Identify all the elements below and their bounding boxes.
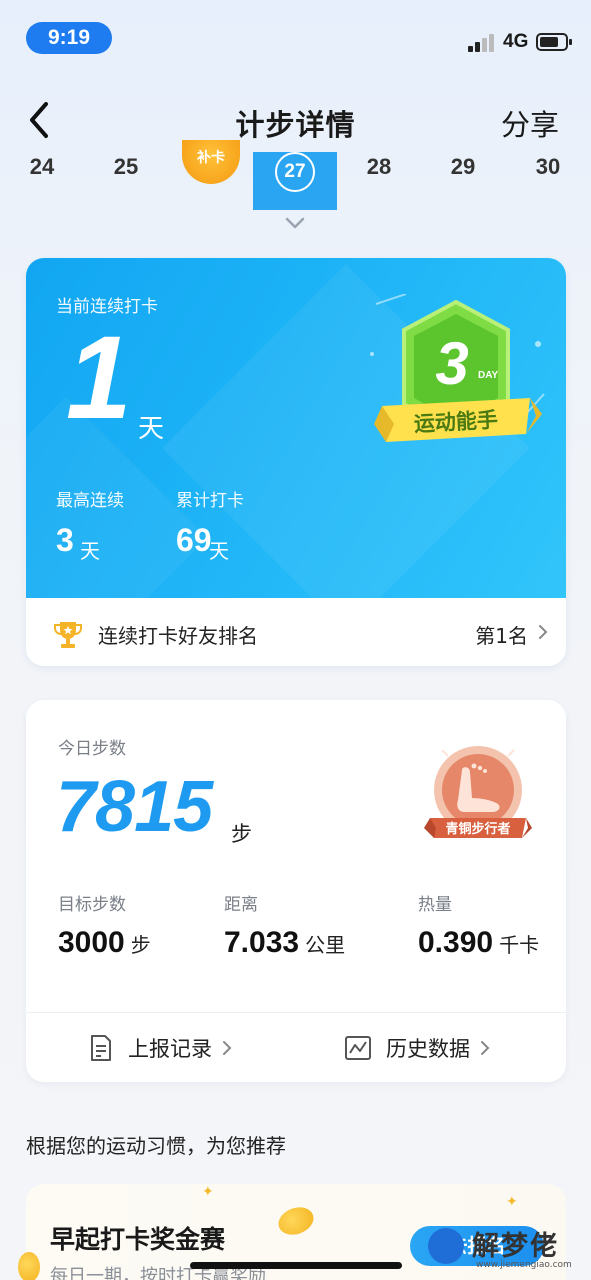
date-item[interactable]: 29 — [433, 154, 493, 180]
chevron-right-icon — [223, 1041, 232, 1055]
metric-label: 距离 — [224, 895, 258, 915]
friend-rank-label: 连续打卡好友排名 — [98, 624, 258, 648]
home-indicator[interactable] — [190, 1262, 402, 1269]
chevron-down-icon[interactable] — [284, 216, 306, 230]
metric-label: 目标步数 — [58, 895, 126, 915]
svg-text:青铜步行者: 青铜步行者 — [445, 821, 510, 837]
sparkle-icon: ✦ — [506, 1194, 518, 1210]
streak-panel: 当前连续打卡 1 天 最高连续 3 天 累计打卡 69 天 3 DAY 运动能手 — [26, 258, 566, 666]
metric-value-row: 7.033 公里 — [224, 926, 345, 960]
date-item-selected[interactable]: 27 — [253, 152, 337, 210]
watermark: 解梦佬 www.jiemengiao.com — [428, 1224, 578, 1272]
chevron-right-icon — [481, 1041, 490, 1055]
streak-days: 1 — [66, 312, 132, 444]
distance-metric: 距离 7.033 公里 — [224, 890, 345, 959]
calories-metric: 热量 0.390 千卡 — [418, 890, 539, 959]
metric-unit: 千卡 — [499, 933, 540, 957]
chevron-right-icon — [539, 625, 548, 639]
metric-value-row: 3000 步 — [58, 926, 151, 960]
metric-value: 3000 — [58, 926, 125, 959]
divider — [26, 1012, 566, 1013]
metric-label: 热量 — [418, 895, 452, 915]
history-data-link[interactable]: 历史数据 — [344, 1030, 490, 1066]
streak-card: 当前连续打卡 1 天 最高连续 3 天 累计打卡 69 天 3 DAY 运动能手 — [26, 258, 566, 666]
today-steps-unit: 步 — [231, 822, 252, 846]
watermark-url: www.jiemengiao.com — [476, 1260, 572, 1270]
share-button[interactable]: 分享 — [501, 102, 559, 144]
history-data-label: 历史数据 — [386, 1037, 470, 1061]
date-item[interactable]: 30 — [518, 154, 578, 180]
coin-icon — [274, 1202, 318, 1240]
watermark-text: 解梦佬 — [472, 1231, 559, 1262]
bronze-walker-badge-icon[interactable]: 青铜步行者 — [418, 740, 538, 850]
date-strip: 24 25 补卡 27 28 29 30 — [0, 140, 591, 229]
steps-card: 今日步数 7815 步 青铜步行者 目标步数 3000 步 距离 7.033 公里 … — [26, 700, 566, 1082]
svg-text:DAY: DAY — [478, 370, 499, 381]
metric-value: 7.033 — [224, 926, 300, 959]
makeup-checkin-badge[interactable]: 补卡 — [182, 140, 240, 184]
report-record-link[interactable]: 上报记录 — [88, 1030, 232, 1066]
today-steps-value: 7815 — [56, 767, 213, 847]
streak-unit: 天 — [138, 414, 165, 444]
goal-steps-metric: 目标步数 3000 步 — [58, 890, 151, 959]
nav-bar: 计步详情 分享 — [0, 88, 591, 154]
watermark-logo-icon — [428, 1228, 464, 1264]
date-item[interactable]: 25 — [96, 154, 156, 180]
battery-icon — [536, 33, 572, 51]
document-icon — [91, 1035, 111, 1061]
selected-date-label: 27 — [275, 152, 315, 192]
metric-unit: 步 — [130, 933, 151, 957]
total-checkin-unit: 天 — [209, 539, 229, 563]
svg-text:3: 3 — [435, 330, 468, 397]
sparkle-icon: ✦ — [202, 1184, 214, 1200]
max-streak-unit: 天 — [80, 539, 100, 563]
metric-value-row: 0.390 千卡 — [418, 926, 539, 960]
friend-rank-row[interactable]: 连续打卡好友排名 第1名 — [26, 598, 566, 666]
total-checkin-value: 69 — [176, 522, 212, 558]
metric-value: 0.390 — [418, 926, 494, 959]
recommend-heading: 根据您的运动习惯，为您推荐 — [26, 1134, 286, 1158]
date-item[interactable]: 28 — [349, 154, 409, 180]
chart-icon — [345, 1036, 371, 1060]
sport-expert-badge-icon[interactable]: 3 DAY 运动能手 — [366, 294, 546, 464]
report-record-label: 上报记录 — [128, 1037, 212, 1061]
max-streak-value: 3 — [56, 522, 74, 558]
max-streak-label: 最高连续 — [56, 491, 124, 511]
status-time: 9:19 — [26, 22, 112, 54]
svg-text:运动能手: 运动能手 — [413, 408, 498, 436]
date-item[interactable]: 24 — [12, 154, 72, 180]
recommend-title: 早起打卡奖金赛 — [50, 1225, 226, 1254]
signal-icon — [468, 34, 496, 52]
friend-rank-value: 第1名 — [475, 624, 528, 648]
today-steps-label: 今日步数 — [58, 739, 126, 759]
metric-unit: 公里 — [305, 933, 346, 957]
coin-icon — [18, 1252, 40, 1280]
total-checkin-label: 累计打卡 — [176, 491, 244, 511]
network-label: 4G — [503, 31, 529, 52]
status-bar: 9:19 4G — [0, 0, 591, 80]
trophy-icon — [54, 622, 82, 648]
